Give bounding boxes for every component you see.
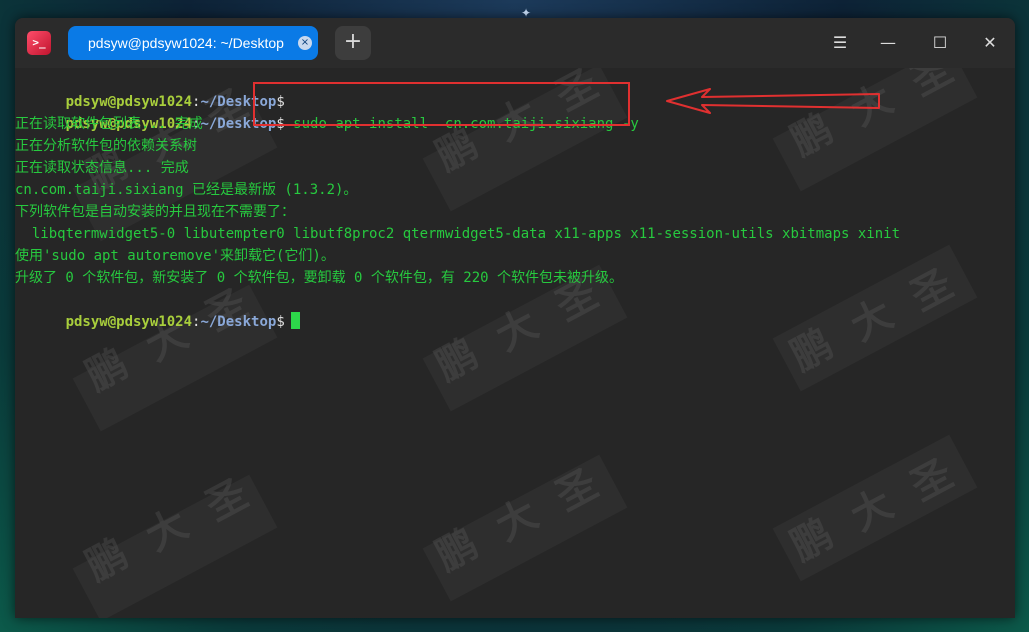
output-line: libqtermwidget5-0 libutempter0 libutf8pr… (15, 226, 901, 242)
tab-close-icon[interactable]: × (298, 36, 312, 50)
terminal-output-area[interactable]: 鹏 大 圣 鹏 大 圣 鹏 大 圣 鹏 大 圣 鹏 大 圣 鹏 大 圣 鹏 大 … (15, 68, 1015, 618)
arrow-icon (666, 88, 880, 114)
highlight-box (253, 82, 630, 126)
text-cursor (290, 312, 300, 329)
minimize-button[interactable]: — (875, 30, 901, 56)
output-line: 正在读取软件包列表... 完成 (15, 116, 203, 132)
terminal-line: pdsyw@pdsyw1024:~/Desktop$ (15, 69, 285, 110)
output-line: cn.com.taiji.sixiang 已经是最新版 (1.3.2)。 (15, 182, 358, 198)
menu-icon[interactable]: ☰ (827, 30, 853, 56)
maximize-button[interactable]: ☐ (927, 30, 953, 56)
terminal-line: pdsyw@pdsyw1024:~/Desktop$ (15, 289, 300, 330)
close-button[interactable]: ✕ (977, 30, 1003, 56)
output-line: 使用'sudo apt autoremove'来卸载它(它们)。 (15, 248, 335, 264)
terminal-app-icon: >_ (27, 31, 51, 55)
output-line: 正在分析软件包的依赖关系树 (15, 138, 197, 154)
output-line: 升级了 0 个软件包，新安装了 0 个软件包，要卸载 0 个软件包，有 220 … (15, 270, 623, 286)
terminal-window: >_ pdsyw@pdsyw1024: ~/Desktop × + ☰ — ☐ … (15, 18, 1015, 618)
titlebar: >_ pdsyw@pdsyw1024: ~/Desktop × + ☰ — ☐ … (15, 18, 1015, 68)
prompt-path: ~/Desktop (200, 314, 277, 330)
output-line: 正在读取状态信息... 完成 (15, 160, 189, 176)
prompt-dollar: $ (276, 314, 285, 330)
prompt-user: pdsyw@pdsyw1024 (65, 314, 193, 330)
new-tab-button[interactable]: + (335, 26, 371, 60)
output-line: 下列软件包是自动安装的并且现在不需要了： (15, 204, 295, 220)
tab-label: pdsyw@pdsyw1024: ~/Desktop (88, 35, 284, 51)
tab-terminal[interactable]: pdsyw@pdsyw1024: ~/Desktop × (68, 26, 318, 60)
